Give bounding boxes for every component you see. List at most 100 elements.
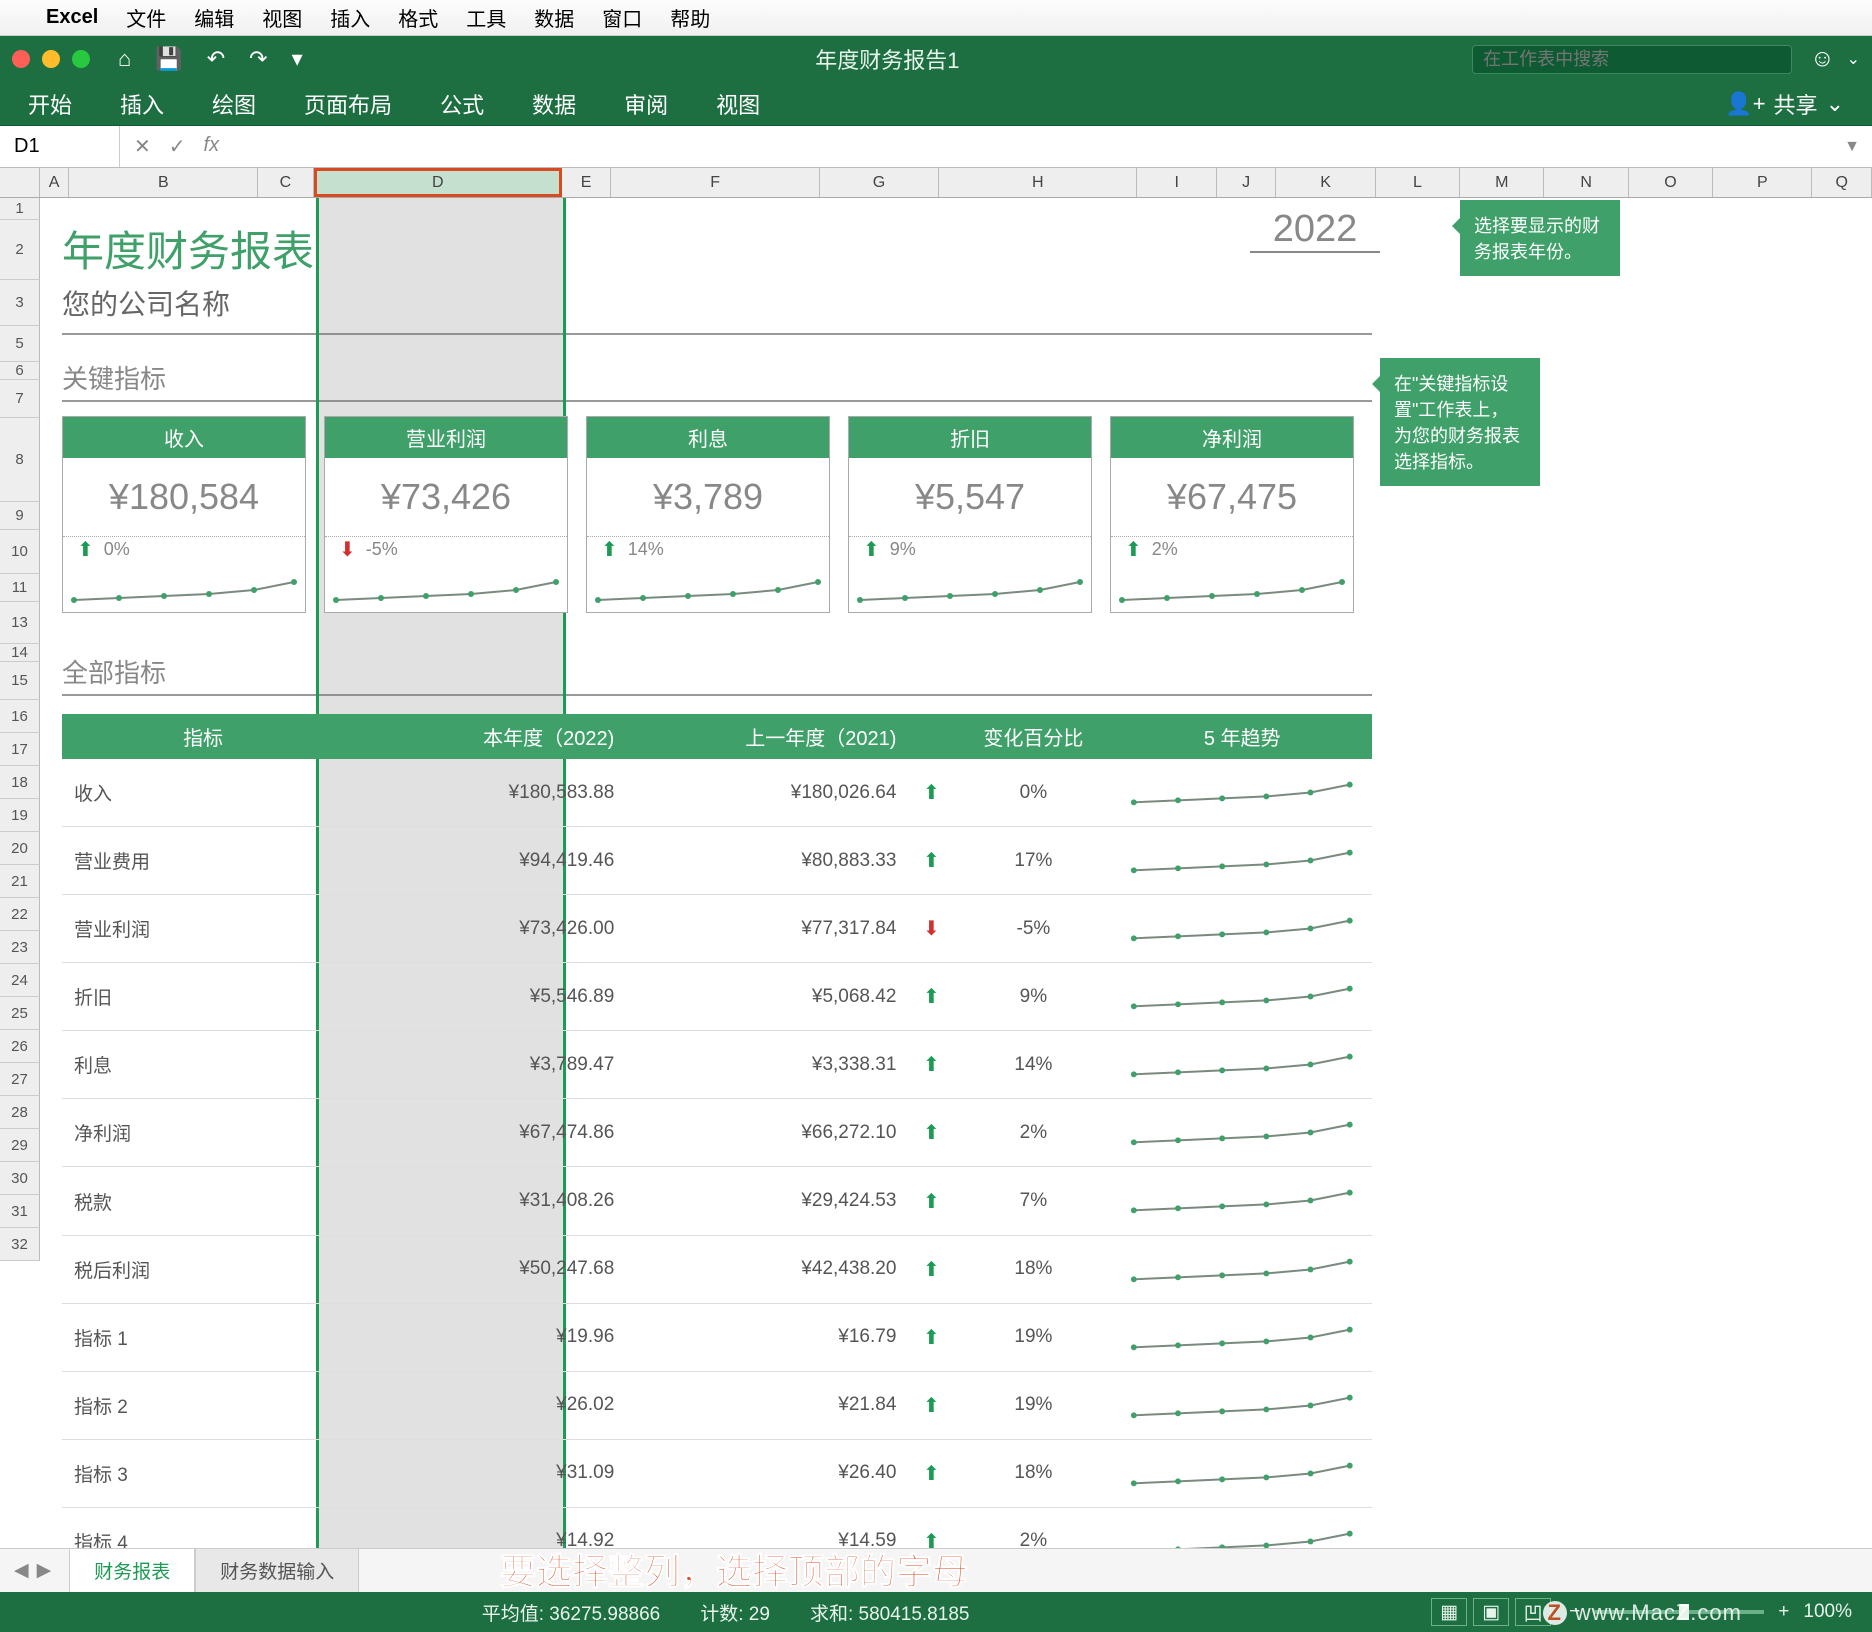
row-header[interactable]: 27 bbox=[0, 1063, 40, 1096]
column-header-L[interactable]: L bbox=[1376, 168, 1460, 197]
row-header[interactable]: 32 bbox=[0, 1228, 40, 1261]
metric-card: 营业利润 ¥73,426 ⬇-5% bbox=[324, 416, 568, 613]
search-input[interactable] bbox=[1472, 45, 1792, 74]
menu-data[interactable]: 数据 bbox=[534, 3, 574, 32]
close-icon[interactable] bbox=[12, 50, 30, 68]
tab-insert[interactable]: 插入 bbox=[120, 88, 164, 120]
row-header[interactable]: 21 bbox=[0, 865, 40, 898]
column-header-H[interactable]: H bbox=[939, 168, 1138, 197]
column-header-F[interactable]: F bbox=[611, 168, 819, 197]
row-header[interactable]: 23 bbox=[0, 931, 40, 964]
table-row: 指标 3 ¥31.09 ¥26.40 ⬆ 18% bbox=[62, 1439, 1372, 1507]
save-icon[interactable]: 💾 bbox=[155, 46, 182, 72]
card-title: 营业利润 bbox=[325, 417, 567, 458]
year-selector[interactable]: 2022 bbox=[1250, 208, 1380, 253]
menu-edit[interactable]: 编辑 bbox=[194, 3, 234, 32]
column-header-J[interactable]: J bbox=[1217, 168, 1277, 197]
tab-home[interactable]: 开始 bbox=[28, 88, 72, 120]
column-header-D[interactable]: D bbox=[314, 168, 562, 197]
tab-layout[interactable]: 页面布局 bbox=[304, 88, 392, 120]
tab-draw[interactable]: 绘图 bbox=[212, 88, 256, 120]
tab-view[interactable]: 视图 bbox=[716, 88, 760, 120]
zoom-in-icon[interactable]: + bbox=[1778, 1601, 1789, 1623]
row-header[interactable]: 2 bbox=[0, 220, 40, 280]
sheet-prev-icon[interactable]: ◀ bbox=[14, 1559, 29, 1582]
redo-icon[interactable]: ↷ bbox=[249, 46, 267, 72]
sheet-next-icon[interactable]: ▶ bbox=[37, 1559, 52, 1582]
column-header-N[interactable]: N bbox=[1544, 168, 1628, 197]
minimize-icon[interactable] bbox=[42, 50, 60, 68]
row-header[interactable]: 15 bbox=[0, 662, 40, 700]
app-name[interactable]: Excel bbox=[46, 6, 98, 29]
cancel-icon[interactable]: ✕ bbox=[134, 134, 151, 159]
card-delta: ⬆2% bbox=[1111, 536, 1353, 562]
row-header[interactable]: 6 bbox=[0, 362, 40, 380]
column-header-P[interactable]: P bbox=[1713, 168, 1812, 197]
row-header[interactable]: 9 bbox=[0, 502, 40, 530]
column-header-E[interactable]: E bbox=[562, 168, 612, 197]
row-header[interactable]: 11 bbox=[0, 574, 40, 602]
feedback-icon[interactable]: ☺ bbox=[1810, 45, 1835, 73]
column-header-C[interactable]: C bbox=[258, 168, 314, 197]
view-normal-icon[interactable]: ▦ bbox=[1431, 1598, 1467, 1626]
metric-card: 利息 ¥3,789 ⬆14% bbox=[586, 416, 830, 613]
row-header[interactable]: 18 bbox=[0, 766, 40, 799]
row-header[interactable]: 16 bbox=[0, 700, 40, 733]
menu-file[interactable]: 文件 bbox=[126, 3, 166, 32]
row-header[interactable]: 3 bbox=[0, 280, 40, 326]
name-box[interactable]: D1 bbox=[0, 126, 120, 167]
view-page-icon[interactable]: ▣ bbox=[1473, 1598, 1509, 1626]
tab-formulas[interactable]: 公式 bbox=[440, 88, 484, 120]
column-header-I[interactable]: I bbox=[1137, 168, 1216, 197]
row-header[interactable]: 20 bbox=[0, 832, 40, 865]
column-header-A[interactable]: A bbox=[40, 168, 70, 197]
row-header[interactable]: 30 bbox=[0, 1162, 40, 1195]
menu-view[interactable]: 视图 bbox=[262, 3, 302, 32]
spreadsheet-grid[interactable]: 1235678910111314151617181920212223242526… bbox=[0, 198, 1872, 1548]
row-header[interactable]: 25 bbox=[0, 997, 40, 1030]
undo-icon[interactable]: ↶ bbox=[207, 46, 225, 72]
row-header[interactable]: 7 bbox=[0, 380, 40, 418]
titlebar-chevron-icon[interactable]: ⌄ bbox=[1847, 49, 1860, 69]
menu-format[interactable]: 格式 bbox=[398, 3, 438, 32]
sheet-tab[interactable]: 财务数据输入 bbox=[195, 1548, 359, 1593]
row-header[interactable]: 10 bbox=[0, 530, 40, 574]
row-header[interactable]: 26 bbox=[0, 1030, 40, 1063]
menu-tools[interactable]: 工具 bbox=[466, 3, 506, 32]
row-header[interactable]: 17 bbox=[0, 733, 40, 766]
tab-data[interactable]: 数据 bbox=[532, 88, 576, 120]
row-header[interactable]: 29 bbox=[0, 1129, 40, 1162]
share-button[interactable]: 👤+ 共享 ⌄ bbox=[1725, 88, 1844, 120]
column-header-Q[interactable]: Q bbox=[1812, 168, 1872, 197]
menu-insert[interactable]: 插入 bbox=[330, 3, 370, 32]
column-header-G[interactable]: G bbox=[820, 168, 939, 197]
column-header-K[interactable]: K bbox=[1276, 168, 1375, 197]
home-icon[interactable]: ⌂ bbox=[118, 46, 131, 72]
tab-review[interactable]: 审阅 bbox=[624, 88, 668, 120]
row-header[interactable]: 19 bbox=[0, 799, 40, 832]
sheet-tab[interactable]: 财务报表 bbox=[69, 1548, 195, 1593]
row-header[interactable]: 14 bbox=[0, 644, 40, 662]
row-header[interactable]: 5 bbox=[0, 326, 40, 362]
metric-card: 收入 ¥180,584 ⬆0% bbox=[62, 416, 306, 613]
column-header-O[interactable]: O bbox=[1629, 168, 1713, 197]
zoom-level[interactable]: 100% bbox=[1803, 1601, 1852, 1623]
menu-help[interactable]: 帮助 bbox=[670, 3, 710, 32]
row-header[interactable]: 24 bbox=[0, 964, 40, 997]
row-header[interactable]: 28 bbox=[0, 1096, 40, 1129]
row-header[interactable]: 13 bbox=[0, 602, 40, 644]
select-all-cell[interactable] bbox=[0, 168, 40, 197]
maximize-icon[interactable] bbox=[72, 50, 90, 68]
fx-icon[interactable]: fx bbox=[204, 134, 220, 159]
column-header-B[interactable]: B bbox=[69, 168, 258, 197]
metric-card: 折旧 ¥5,547 ⬆9% bbox=[848, 416, 1092, 613]
menu-window[interactable]: 窗口 bbox=[602, 3, 642, 32]
row-header[interactable]: 22 bbox=[0, 898, 40, 931]
formula-expand-icon[interactable]: ▼ bbox=[1832, 138, 1872, 156]
confirm-icon[interactable]: ✓ bbox=[169, 134, 186, 159]
column-header-M[interactable]: M bbox=[1460, 168, 1544, 197]
row-header[interactable]: 1 bbox=[0, 198, 40, 220]
qat-more-icon[interactable]: ▾ bbox=[292, 46, 303, 72]
row-header[interactable]: 8 bbox=[0, 418, 40, 502]
row-header[interactable]: 31 bbox=[0, 1195, 40, 1228]
